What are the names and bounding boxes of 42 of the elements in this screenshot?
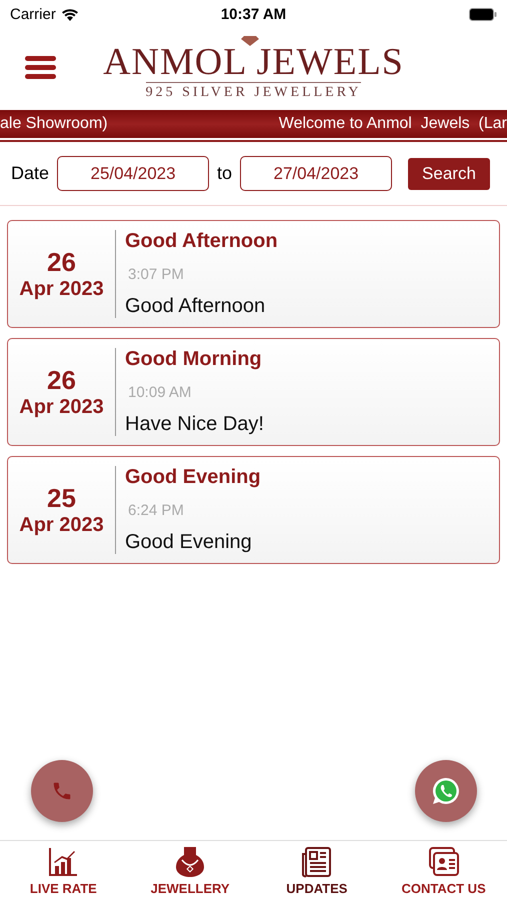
tab-item[interactable]: UPDATES xyxy=(254,841,380,900)
message-body: Good Afternoon xyxy=(125,295,266,318)
message-time: 10:09 AM xyxy=(127,384,192,400)
message-day: 26 xyxy=(47,247,76,278)
battery-icon xyxy=(469,8,497,20)
message-month-year: Apr 2023 xyxy=(19,396,104,419)
bar-chart-icon xyxy=(47,846,80,878)
date-label: Date xyxy=(11,163,50,184)
message-month-year: Apr 2023 xyxy=(19,514,104,537)
message-time: 3:07 PM xyxy=(127,266,185,282)
message-day: 26 xyxy=(47,365,76,396)
marquee-text: Welcome to Anmol Jewels (Lar xyxy=(278,115,507,133)
clock-time: 10:37 AM xyxy=(220,6,286,22)
message-title: Good Morning xyxy=(125,348,263,371)
from-date-field[interactable]: 25/04/2023 xyxy=(57,156,210,191)
chat-bubble-icon xyxy=(431,776,461,806)
tab-item[interactable]: CONTACT US xyxy=(380,841,507,900)
necklace-icon xyxy=(174,846,206,878)
message-month-year: Apr 2023 xyxy=(19,278,104,301)
marquee-text: ale Showroom) xyxy=(0,115,108,133)
wifi-icon xyxy=(60,8,79,20)
menu-icon[interactable] xyxy=(25,56,56,80)
message-day: 25 xyxy=(47,483,76,514)
diamond-icon xyxy=(240,36,258,46)
call-button[interactable] xyxy=(31,760,93,822)
to-date-field[interactable]: 27/04/2023 xyxy=(240,156,392,191)
tab-item[interactable]: JEWELLERY xyxy=(126,841,254,900)
logo-subtitle: 925 SILVER JEWELLERY xyxy=(146,82,362,100)
search-button[interactable]: Search xyxy=(408,158,490,190)
message-title: Good Evening xyxy=(125,466,261,489)
carrier-label: Carrier xyxy=(10,6,56,22)
tab-item[interactable]: LIVE RATE xyxy=(0,841,127,900)
newspaper-icon xyxy=(300,846,333,878)
to-label: to xyxy=(217,163,232,184)
message-time: 6:24 PM xyxy=(127,502,185,518)
message-title: Good Afternoon xyxy=(125,230,278,253)
logo-title: ANMOL JEWELS xyxy=(103,42,404,82)
whatsapp-button[interactable] xyxy=(415,760,477,822)
contact-card-icon xyxy=(428,846,460,878)
message-body: Good Evening xyxy=(125,531,253,554)
message-body: Have Nice Day! xyxy=(125,413,264,436)
phone-icon xyxy=(51,780,73,802)
